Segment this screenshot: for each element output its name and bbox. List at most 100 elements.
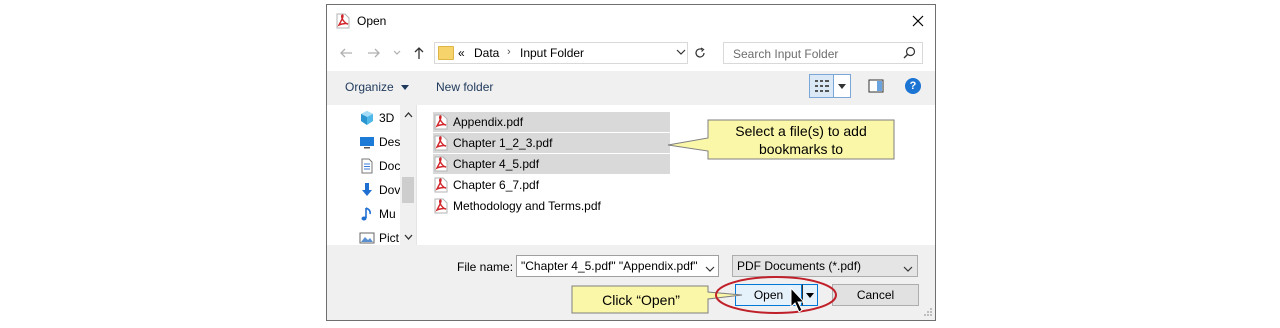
refresh-icon xyxy=(695,47,705,58)
file-name-value[interactable]: "Chapter 4_5.pdf" "Appendix.pdf" xyxy=(521,259,698,273)
file-name: Appendix.pdf xyxy=(453,115,524,129)
pdf-file-icon xyxy=(434,114,448,130)
navigation-bar: « Data › Input Folder xyxy=(327,41,935,67)
back-arrow-icon xyxy=(340,48,352,58)
file-type-dropdown[interactable] xyxy=(903,261,913,275)
nav-item-music[interactable]: Mu xyxy=(359,204,396,224)
view-options-dropdown[interactable] xyxy=(834,74,851,98)
pdf-file-icon xyxy=(434,198,448,214)
breadcrumb-input-folder[interactable]: Input Folder xyxy=(520,46,584,60)
select-files-callout-line2: bookmarks to xyxy=(758,141,844,157)
file-type-select[interactable]: PDF Documents (*.pdf) xyxy=(732,255,918,277)
cancel-button[interactable]: Cancel xyxy=(832,284,919,306)
nav-pane-scrollbar[interactable] xyxy=(400,105,416,245)
breadcrumb-overflow[interactable]: « xyxy=(458,46,465,60)
breadcrumb-separator-icon[interactable]: › xyxy=(507,46,511,58)
file-name: Chapter 1_2_3.pdf xyxy=(453,136,553,150)
nav-item-label: Doc xyxy=(379,159,401,173)
nav-item-label: 3D xyxy=(379,111,395,125)
click-open-callout-text: Click “Open” xyxy=(602,292,680,308)
help-button[interactable]: ? xyxy=(905,78,921,94)
refresh-button[interactable] xyxy=(690,42,710,64)
3d-objects-icon xyxy=(361,111,373,125)
nav-item-desktop[interactable]: Des xyxy=(359,132,400,152)
file-name-field[interactable]: "Chapter 4_5.pdf" "Appendix.pdf" xyxy=(516,255,719,277)
help-icon: ? xyxy=(909,80,917,92)
title-bar: Open xyxy=(327,5,935,37)
search-box[interactable] xyxy=(723,42,923,64)
file-name: Chapter 6_7.pdf xyxy=(453,178,540,192)
open-options-dropdown[interactable] xyxy=(802,284,818,306)
file-item[interactable]: Chapter 6_7.pdf xyxy=(433,175,539,195)
preview-pane-button[interactable] xyxy=(868,79,884,96)
forward-arrow-icon xyxy=(368,48,380,58)
file-name-dropdown[interactable] xyxy=(705,261,715,275)
chevron-down-icon xyxy=(404,234,412,240)
change-view-button[interactable] xyxy=(809,74,834,98)
organize-menu[interactable]: Organize xyxy=(345,80,410,94)
forward-button[interactable] xyxy=(367,46,381,60)
file-name-label: File name: xyxy=(457,260,514,274)
up-button[interactable] xyxy=(412,46,426,60)
open-dialog: Open « Data › Input Folder Search Input … xyxy=(326,4,936,321)
scroll-down-button[interactable] xyxy=(400,229,416,245)
search-input[interactable] xyxy=(731,45,895,63)
up-arrow-icon xyxy=(414,47,424,59)
documents-icon xyxy=(361,158,373,174)
nav-item-3d-objects[interactable]: 3D xyxy=(359,108,394,128)
file-item[interactable]: Appendix.pdf xyxy=(433,112,670,132)
details-view-icon xyxy=(814,80,829,92)
file-name: Methodology and Terms.pdf xyxy=(453,199,601,213)
pdf-file-icon xyxy=(434,177,448,193)
pane-splitter[interactable] xyxy=(416,105,417,245)
new-folder-button[interactable]: New folder xyxy=(436,80,493,94)
nav-item-label: Pict xyxy=(379,231,400,245)
downloads-icon xyxy=(362,183,372,196)
file-type-value: PDF Documents (*.pdf) xyxy=(737,259,862,273)
chevron-down-icon xyxy=(705,266,715,272)
caret-down-icon xyxy=(838,83,846,89)
chevron-down-icon xyxy=(903,266,913,272)
caret-down-icon xyxy=(806,292,814,298)
organize-label: Organize xyxy=(345,80,394,94)
folder-icon xyxy=(438,46,454,60)
back-button[interactable] xyxy=(339,46,353,60)
command-toolbar: Organize New folder ? xyxy=(327,71,935,105)
caret-down-icon xyxy=(401,85,410,91)
address-dropdown-button[interactable] xyxy=(674,42,688,62)
file-item[interactable]: Chapter 4_5.pdf xyxy=(433,154,670,174)
chevron-down-icon xyxy=(393,50,401,55)
scroll-up-button[interactable] xyxy=(400,107,416,123)
pdf-file-icon xyxy=(434,135,448,151)
nav-item-pictures[interactable]: Pict xyxy=(359,228,399,245)
file-name: Chapter 4_5.pdf xyxy=(453,157,540,171)
dialog-footer: File name: "Chapter 4_5.pdf" "Appendix.p… xyxy=(327,245,935,320)
close-icon xyxy=(912,15,924,27)
select-files-callout-line1: Select a file(s) to add xyxy=(735,123,867,139)
recent-locations-button[interactable] xyxy=(393,46,401,60)
nav-item-label: Des xyxy=(379,135,401,149)
chevron-down-icon xyxy=(676,49,686,55)
search-icon[interactable] xyxy=(903,46,916,62)
nav-item-downloads[interactable]: Dov xyxy=(359,180,400,200)
select-files-callout-text: Select a file(s) to add bookmarks to xyxy=(712,122,890,158)
resize-grip-icon[interactable] xyxy=(923,306,933,320)
file-item[interactable]: Chapter 1_2_3.pdf xyxy=(433,133,670,153)
address-bar[interactable]: « Data › Input Folder xyxy=(434,42,688,64)
pdf-app-icon xyxy=(335,13,351,32)
pictures-icon xyxy=(359,232,375,244)
desktop-icon xyxy=(360,137,374,149)
chevron-up-icon xyxy=(404,112,412,118)
open-button[interactable]: Open xyxy=(735,284,802,306)
nav-item-label: Dov xyxy=(379,183,401,197)
nav-item-documents[interactable]: Doc xyxy=(359,156,400,176)
pdf-file-icon xyxy=(434,156,448,172)
nav-item-label: Mu xyxy=(379,207,396,221)
file-item[interactable]: Methodology and Terms.pdf xyxy=(433,196,601,216)
breadcrumb-data[interactable]: Data xyxy=(474,46,499,60)
music-icon xyxy=(361,207,371,221)
preview-pane-icon xyxy=(868,79,884,93)
window-title: Open xyxy=(357,14,387,28)
scroll-thumb[interactable] xyxy=(402,177,414,203)
close-button[interactable] xyxy=(901,5,935,37)
